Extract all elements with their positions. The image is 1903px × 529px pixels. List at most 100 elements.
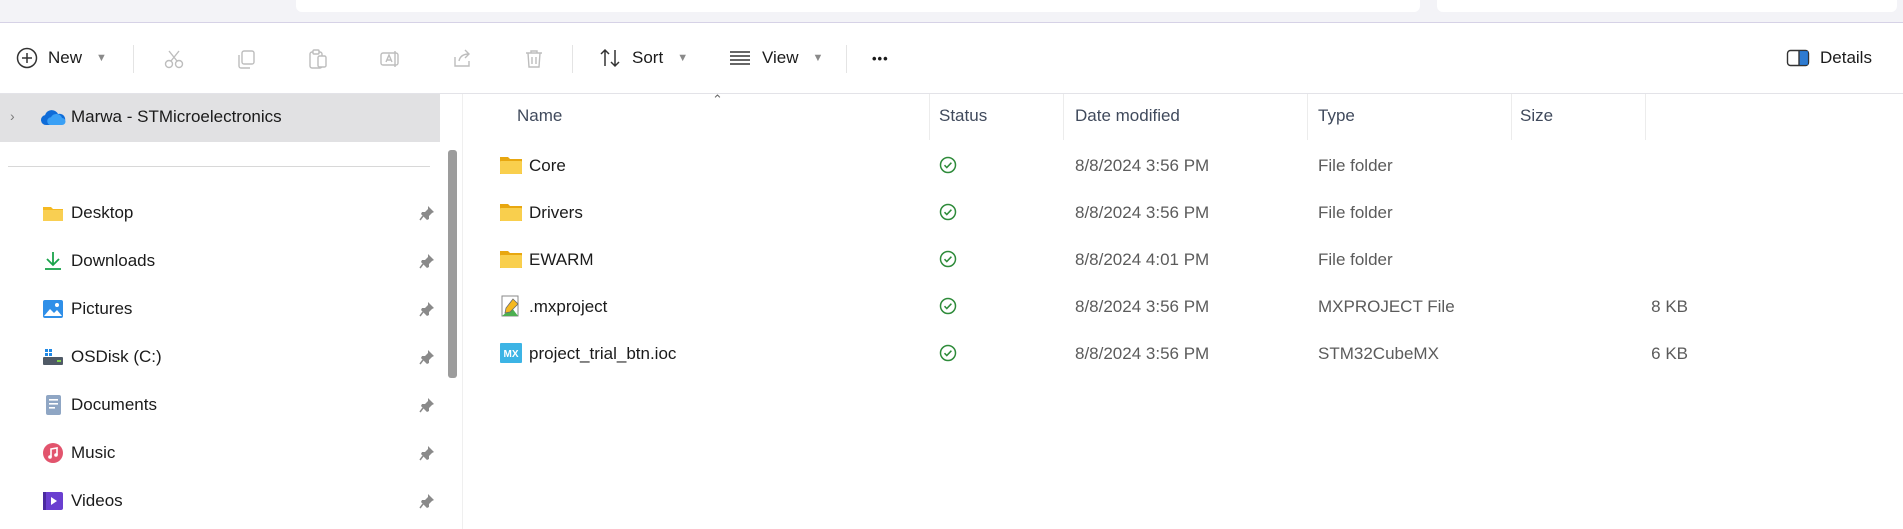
column-header-name[interactable]: Name	[517, 106, 562, 126]
sidebar-item-label: Videos	[71, 491, 123, 510]
divider	[846, 45, 847, 73]
column-divider[interactable]	[1511, 94, 1512, 140]
file-name: Core	[529, 156, 566, 175]
address-bar-strip	[0, 0, 1903, 23]
desktop-folder-icon	[43, 207, 63, 221]
date-modified: 8/8/2024 3:56 PM	[1075, 344, 1210, 363]
new-button[interactable]: New ▼	[16, 23, 107, 93]
details-label: Details	[1820, 48, 1872, 67]
sidebar-item-osdisk[interactable]: OSDisk (C:)	[0, 334, 440, 380]
address-bar[interactable]	[296, 0, 1420, 12]
file-row[interactable]: Drivers 8/8/2024 3:56 PM File folder	[463, 190, 1903, 236]
file-size: 8 KB	[1651, 297, 1688, 316]
sidebar-item-documents[interactable]: Documents	[0, 382, 440, 428]
folder-icon	[500, 157, 522, 174]
share-icon[interactable]	[448, 45, 476, 73]
sidebar-item-label: OSDisk (C:)	[71, 347, 162, 366]
column-header-type[interactable]: Type	[1318, 106, 1355, 126]
navigation-pane: › Marwa - STMicroelectronics Desktop Dow…	[0, 94, 440, 529]
file-row[interactable]: MX project_trial_btn.ioc 8/8/2024 3:56 P…	[463, 331, 1903, 377]
synced-check-icon	[939, 203, 957, 221]
date-modified: 8/8/2024 3:56 PM	[1075, 203, 1210, 222]
details-pane-icon	[1786, 49, 1810, 67]
divider	[572, 45, 573, 73]
sidebar-item-label: Documents	[71, 395, 157, 414]
details-button[interactable]: Details	[1786, 23, 1872, 93]
delete-icon[interactable]	[520, 45, 548, 73]
rename-icon[interactable]	[376, 45, 404, 73]
sidebar-scrollbar[interactable]	[448, 150, 457, 378]
sidebar-item-pictures[interactable]: Pictures	[0, 286, 440, 332]
pin-icon[interactable]	[418, 396, 436, 414]
pin-icon[interactable]	[418, 492, 436, 510]
chevron-down-icon: ▼	[677, 52, 689, 64]
sidebar-item-videos[interactable]: Videos	[0, 478, 440, 524]
copy-icon[interactable]	[232, 45, 260, 73]
file-row[interactable]: EWARM 8/8/2024 4:01 PM File folder	[463, 237, 1903, 283]
chevron-right-icon[interactable]: ›	[10, 108, 15, 124]
column-header-size[interactable]: Size	[1520, 106, 1553, 126]
column-divider[interactable]	[1645, 94, 1646, 140]
divider	[8, 166, 430, 167]
pin-icon[interactable]	[418, 252, 436, 270]
sidebar-item-label: Desktop	[71, 203, 134, 222]
date-modified: 8/8/2024 3:56 PM	[1075, 156, 1210, 175]
column-header-status[interactable]: Status	[939, 106, 987, 126]
view-label: View	[762, 48, 799, 67]
pin-icon[interactable]	[418, 204, 436, 222]
file-size: 6 KB	[1651, 344, 1688, 363]
date-modified: 8/8/2024 3:56 PM	[1075, 297, 1210, 316]
synced-check-icon	[939, 297, 957, 315]
file-name: EWARM	[529, 250, 594, 269]
more-icon: •••	[872, 50, 889, 66]
download-arrow-icon	[45, 252, 61, 270]
videos-icon	[43, 492, 63, 510]
file-type: MXPROJECT File	[1318, 297, 1455, 316]
new-label: New	[48, 48, 83, 67]
pin-icon[interactable]	[418, 300, 436, 318]
sort-label: Sort	[632, 48, 664, 67]
sidebar-item-label: Pictures	[71, 299, 133, 318]
column-divider[interactable]	[929, 94, 930, 140]
command-bar: New ▼ Sort ▼ View ▼ ••• Details	[0, 23, 1903, 94]
column-divider[interactable]	[1063, 94, 1064, 140]
folder-icon	[500, 204, 522, 221]
sidebar-item-label: Downloads	[71, 251, 156, 270]
chevron-down-icon: ▼	[96, 52, 107, 64]
synced-check-icon	[939, 250, 957, 268]
view-button[interactable]: View ▼	[728, 23, 823, 93]
column-divider[interactable]	[1307, 94, 1308, 140]
file-row[interactable]: .mxproject 8/8/2024 3:56 PM MXPROJECT Fi…	[463, 284, 1903, 330]
file-name: Drivers	[529, 203, 583, 222]
mxproject-file-icon	[501, 295, 519, 317]
stm32cubemx-file-icon: MX	[500, 343, 522, 363]
svg-text:MX: MX	[504, 349, 519, 360]
file-name: project_trial_btn.ioc	[529, 344, 677, 363]
sort-arrows-icon	[600, 48, 620, 68]
file-type: File folder	[1318, 156, 1393, 175]
drive-icon	[43, 349, 63, 365]
sidebar-item-downloads[interactable]: Downloads	[0, 238, 440, 284]
sidebar-item-label: Music	[71, 443, 116, 462]
file-type: File folder	[1318, 203, 1393, 222]
pin-icon[interactable]	[418, 348, 436, 366]
sort-button[interactable]: Sort ▼	[598, 23, 688, 93]
onedrive-cloud-icon	[40, 110, 66, 125]
divider	[133, 45, 134, 73]
column-header-date[interactable]: Date modified	[1075, 106, 1180, 126]
column-header-row: Name Status Date modified Type Size	[463, 94, 1903, 140]
cut-icon[interactable]	[160, 45, 188, 73]
sidebar-item-music[interactable]: Music	[0, 430, 440, 476]
more-options-button[interactable]: •••	[872, 23, 889, 93]
documents-icon	[46, 395, 61, 415]
sidebar-item-desktop[interactable]: Desktop	[0, 190, 440, 236]
search-box[interactable]	[1437, 0, 1897, 12]
file-name: .mxproject	[529, 297, 608, 316]
pin-icon[interactable]	[418, 444, 436, 462]
paste-icon[interactable]	[304, 45, 332, 73]
date-modified: 8/8/2024 4:01 PM	[1075, 250, 1210, 269]
pictures-icon	[43, 300, 63, 318]
sidebar-item-onedrive[interactable]: › Marwa - STMicroelectronics	[0, 94, 440, 142]
sidebar-item-label: Marwa - STMicroelectronics	[71, 107, 282, 126]
file-row[interactable]: Core 8/8/2024 3:56 PM File folder	[463, 143, 1903, 189]
